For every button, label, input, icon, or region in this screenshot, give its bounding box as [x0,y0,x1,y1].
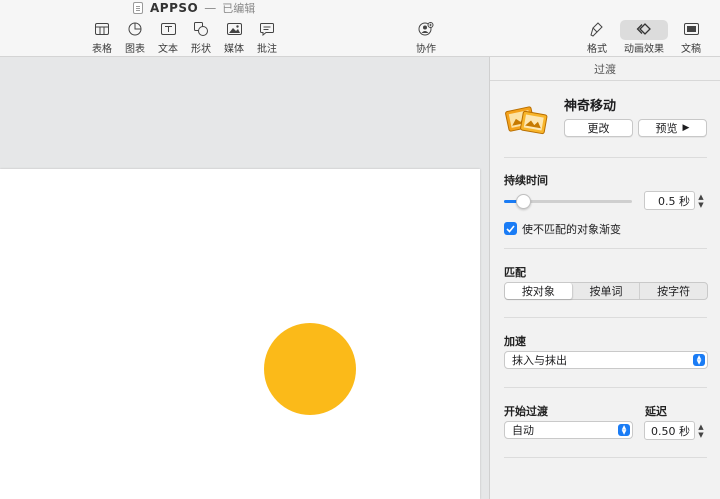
toolbar-collaborate-button[interactable]: 协作 [406,20,446,56]
format-brush-icon [588,20,606,38]
duration-field[interactable]: 0.5 秒 [644,191,695,210]
comment-icon [258,20,276,38]
start-transition-popup[interactable]: 自动 ▲ ▼ [504,421,633,439]
toolbar-chart-label: 图表 [125,44,145,55]
toolbar-collaborate-label: 协作 [416,44,436,55]
toolbar: APPSO — 已编辑 表格 图表 文本 形状 媒体 批注 协作 格式 动画效果… [0,0,720,57]
magic-move-icon [504,101,548,137]
inspector-header: 过渡 [490,57,720,81]
preview-button[interactable]: 预览 ▶ [638,119,707,137]
fade-mismatch-label: 使不匹配的对象渐变 [522,223,621,236]
shape-icon [192,20,210,38]
toolbar-shape-label: 形状 [191,44,211,55]
document-icon [133,2,143,14]
acceleration-value: 抹入与抹出 [512,354,567,367]
match-by-object[interactable]: 按对象 [505,283,573,299]
toolbar-table-label: 表格 [92,44,112,55]
popup-arrows-icon: ▲ ▼ [693,354,705,366]
slide-canvas-area [0,57,489,499]
match-by-word[interactable]: 按单词 [573,283,641,299]
divider [504,387,707,388]
popup-arrows-icon: ▲ ▼ [618,424,630,436]
duration-stepper[interactable]: ▲ ▼ [696,191,706,211]
toolbar-document-label: 文稿 [681,44,701,55]
duration-slider[interactable] [504,194,632,209]
document-name: APPSO [150,1,199,15]
delay-stepper[interactable]: ▲ ▼ [696,421,706,441]
divider [504,317,707,318]
divider [504,457,707,458]
table-icon [93,20,111,38]
chart-icon [126,20,144,38]
fade-mismatch-checkbox[interactable] [504,222,517,235]
effect-name: 神奇移动 [564,99,617,114]
document-state: 已编辑 [222,2,256,15]
toolbar-format-button[interactable]: 格式 [577,20,617,56]
toolbar-animate-label: 动画效果 [624,44,664,55]
duration-label: 持续时间 [504,174,548,187]
circle-shape[interactable] [264,323,356,415]
animate-icon [635,20,653,38]
document-panel-icon [682,20,700,38]
animate-inspector: 过渡 神奇移动 更改 预览 ▶ 持续时间 0.5 秒 ▲ ▼ 使不匹配的对象渐变… [489,57,720,499]
start-transition-label: 开始过渡 [504,405,548,418]
divider [504,248,707,249]
toolbar-text-label: 文本 [158,44,178,55]
slide[interactable] [0,169,480,499]
change-effect-button[interactable]: 更改 [564,119,633,137]
preview-label: 预览 [655,122,678,135]
toolbar-media-label: 媒体 [224,44,244,55]
divider [504,157,707,158]
acceleration-popup[interactable]: 抹入与抹出 ▲ ▼ [504,351,708,369]
media-icon [225,20,243,38]
text-box-icon [159,20,177,38]
acceleration-label: 加速 [504,335,526,348]
title-separator: — [204,1,217,15]
match-by-character[interactable]: 按字符 [640,283,707,299]
collaborate-icon [417,20,435,38]
document-title: APPSO — 已编辑 [133,0,255,16]
match-segmented-control: 按对象 按单词 按字符 [504,282,708,300]
play-icon: ▶ [682,123,690,133]
delay-field[interactable]: 0.50 秒 [644,421,695,440]
toolbar-animate-button[interactable]: 动画效果 [620,20,668,56]
toolbar-comment-label: 批注 [257,44,277,55]
delay-value: 0.50 秒 [651,424,690,438]
duration-value: 0.5 秒 [658,194,690,208]
toolbar-document-button[interactable]: 文稿 [671,20,711,56]
toolbar-comment-button[interactable]: 批注 [247,20,287,56]
delay-label: 延迟 [645,405,667,418]
start-transition-value: 自动 [512,424,534,437]
change-effect-label: 更改 [587,122,610,135]
match-label: 匹配 [504,266,526,279]
duration-slider-knob[interactable] [516,194,531,209]
toolbar-format-label: 格式 [587,44,607,55]
